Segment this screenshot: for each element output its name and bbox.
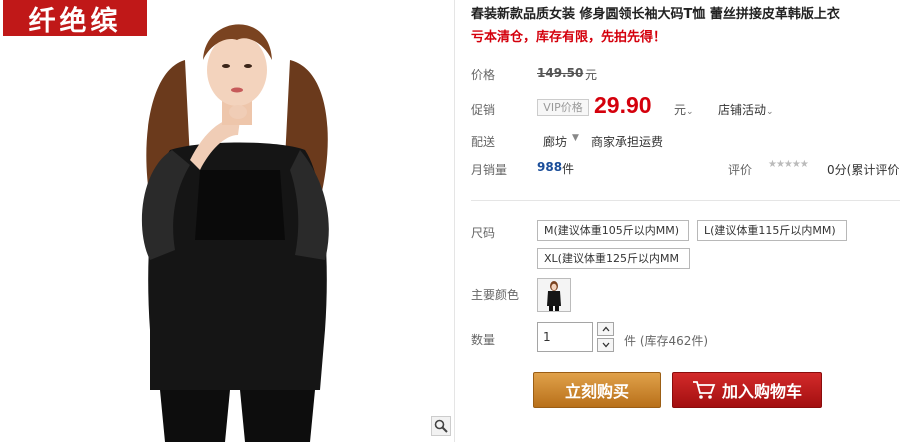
delivery-location[interactable]: 廊坊: [543, 133, 567, 150]
size-label: 尺码: [471, 226, 496, 240]
quantity-input[interactable]: 1: [537, 322, 593, 352]
shop-activity-text: 店铺活动: [718, 103, 767, 117]
rating-stars: ★★★★★: [768, 159, 809, 170]
promotion-unit-text: 元: [674, 103, 687, 117]
shipping-info: 商家承担运费: [591, 135, 664, 149]
rating-summary-link[interactable]: 0分(累计评价0: [827, 161, 900, 178]
chevron-down-icon: ⌄: [766, 107, 774, 117]
product-image-panel: 纤绝缤: [0, 0, 455, 442]
stock-info: 件 (库存462件): [624, 334, 709, 348]
add-to-cart-label: 加入购物车: [721, 382, 802, 401]
color-swatch-black[interactable]: [537, 278, 571, 312]
monthly-sales-unit: 件: [562, 162, 575, 176]
delivery-label: 配送: [471, 135, 496, 149]
product-photo: [0, 0, 454, 442]
chevron-up-icon[interactable]: [597, 322, 614, 336]
size-option-l[interactable]: L(建议体重115斤以内MM): [697, 220, 847, 241]
monthly-sales-count: 988: [537, 160, 563, 174]
vip-price-tag: VIP价格: [537, 99, 589, 116]
monthly-sales-label: 月销量: [471, 163, 508, 177]
promo-slogan: 亏本清仓，库存有限，先拍先得！: [471, 30, 667, 45]
buy-now-button[interactable]: 立刻购买: [533, 372, 661, 408]
original-price-unit: 元: [585, 68, 598, 82]
magnifier-icon[interactable]: [431, 416, 451, 436]
original-price: 149.50: [537, 66, 584, 80]
rating-label: 评价: [728, 163, 753, 177]
brand-logo: 纤绝缤: [3, 0, 147, 37]
promotion-price-unit[interactable]: 元⌄: [674, 101, 694, 118]
quantity-label: 数量: [471, 333, 496, 347]
size-option-xl[interactable]: XL(建议体重125斤以内MM: [537, 248, 690, 269]
price-label: 价格: [471, 68, 496, 82]
product-info-panel: 春装新款品质女装 修身圆领长袖大码T恤 蕾丝拼接皮革韩版上衣 亏本清仓，库存有限…: [471, 0, 900, 442]
section-divider: [471, 200, 900, 201]
size-option-m[interactable]: M(建议体重105斤以内MM): [537, 220, 689, 241]
color-label: 主要颜色: [471, 288, 520, 302]
chevron-down-icon[interactable]: [597, 338, 614, 352]
promotion-label: 促销: [471, 103, 496, 117]
caret-down-icon[interactable]: ▼: [572, 133, 579, 143]
promotion-price: 29.90: [594, 92, 652, 118]
buy-now-label: 立刻购买: [564, 382, 629, 401]
add-to-cart-button[interactable]: 加入购物车: [672, 372, 822, 408]
product-title: 春装新款品质女装 修身圆领长袖大码T恤 蕾丝拼接皮革韩版上衣: [471, 7, 840, 22]
shop-activity-dropdown[interactable]: 店铺活动⌄: [718, 101, 774, 118]
brand-logo-text: 纤绝缤: [28, 5, 122, 37]
cart-icon: [692, 381, 716, 399]
chevron-down-icon: ⌄: [686, 107, 694, 117]
